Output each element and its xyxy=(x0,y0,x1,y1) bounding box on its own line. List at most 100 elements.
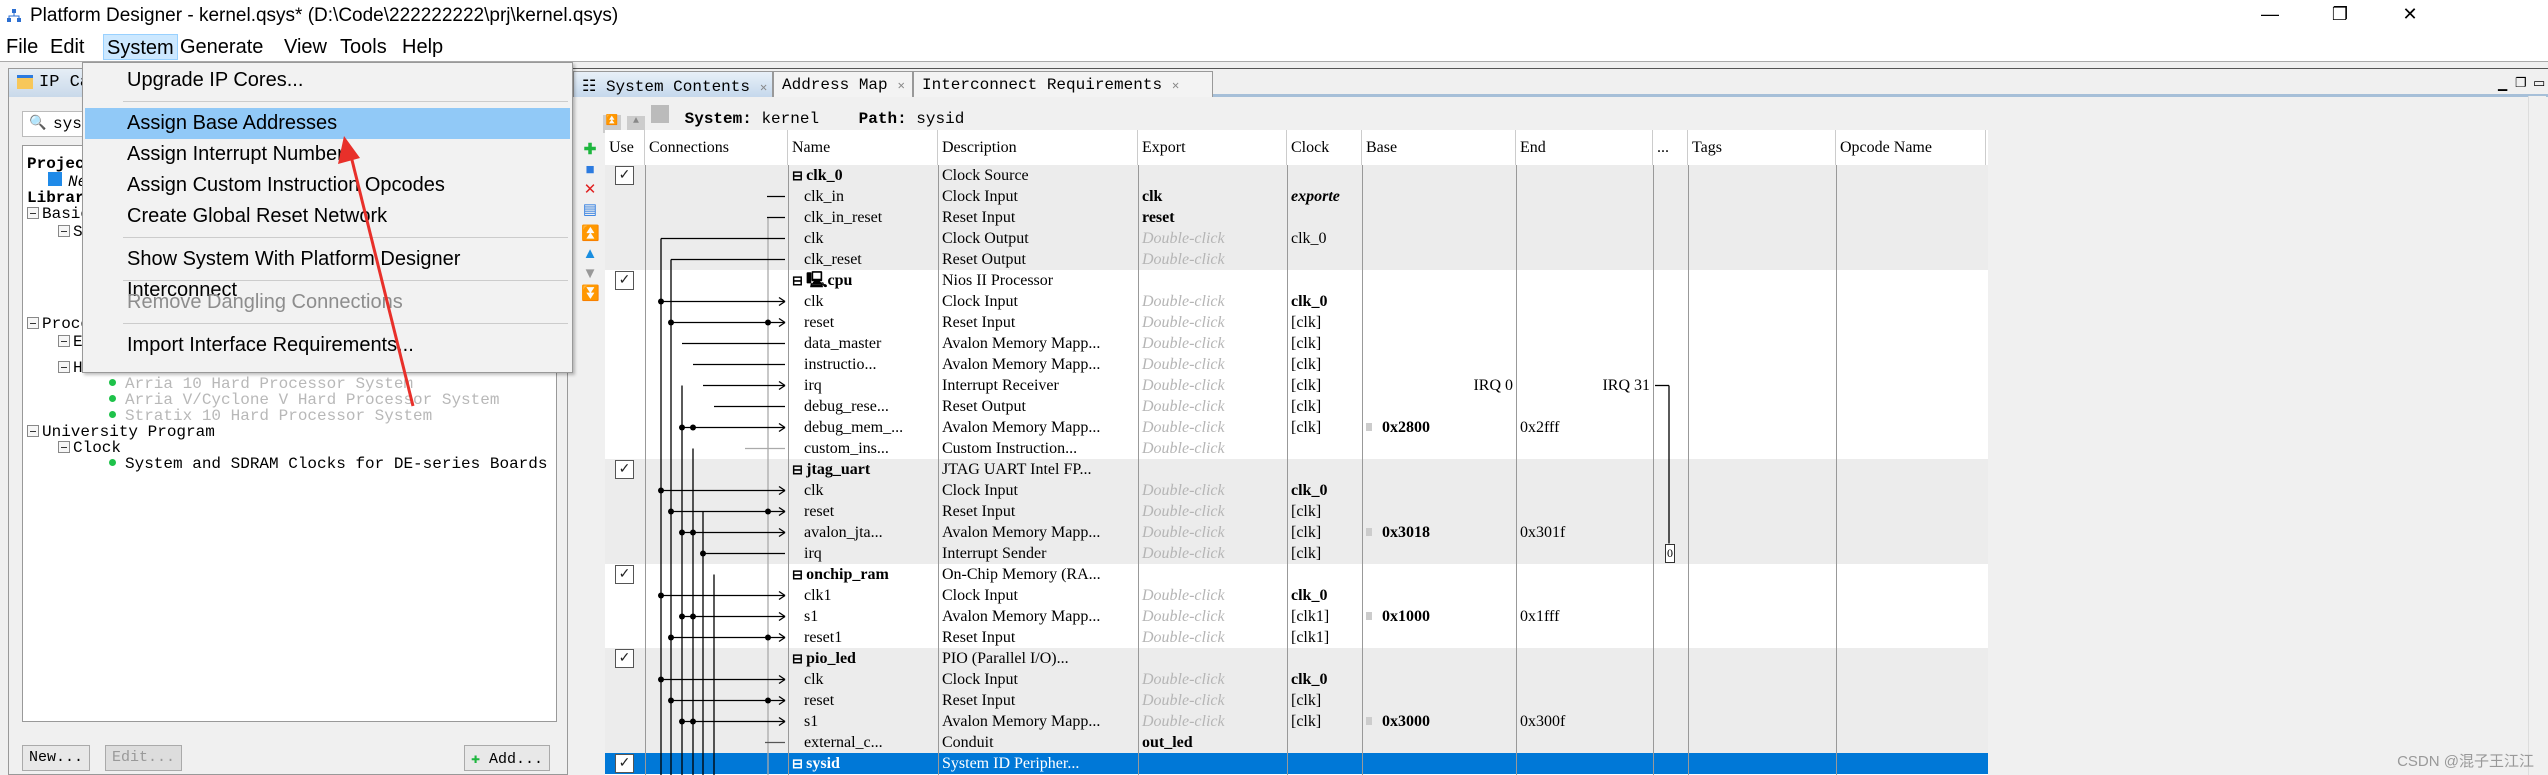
add-component-icon[interactable]: ✚ xyxy=(581,141,599,159)
edit-icon[interactable]: ▤ xyxy=(581,201,599,219)
app-icon xyxy=(7,9,21,22)
menu-file[interactable]: File xyxy=(3,34,41,60)
add-label: Add... xyxy=(489,751,544,768)
system-contents-table: Use Connections Name Description Export Clock… xyxy=(605,130,1988,775)
menu-help[interactable]: Help xyxy=(399,34,446,60)
connection-dot xyxy=(668,697,674,704)
connection-dot xyxy=(690,613,696,620)
menu-item-assign-interrupt-numbers[interactable]: Assign Interrupt Numbers xyxy=(85,139,570,170)
collapse-icon[interactable] xyxy=(58,225,70,237)
new-component-icon xyxy=(48,172,62,186)
tab-system-contents[interactable]: ☷ System Contents ✕ xyxy=(573,71,773,97)
plus-icon: ✚ xyxy=(471,751,490,768)
system-label: System: xyxy=(684,110,752,128)
connection-dot xyxy=(679,529,685,536)
path-value: sysid xyxy=(916,110,965,128)
vertical-scrollbar[interactable] xyxy=(2528,96,2546,775)
menu-separator xyxy=(123,280,568,281)
menu-view[interactable]: View xyxy=(281,34,330,60)
edit-button[interactable]: Edit... xyxy=(105,745,183,771)
ip-bullet-icon xyxy=(109,411,116,418)
add-button[interactable]: ✚ Add... xyxy=(464,745,551,771)
menu-separator xyxy=(123,237,568,238)
move-bottom-icon[interactable]: ⏬ xyxy=(581,285,600,303)
connection-dot xyxy=(700,550,706,557)
detach-view-icon[interactable]: ❐ xyxy=(2515,75,2527,91)
menu-generate[interactable]: Generate xyxy=(177,34,266,60)
connection-dot xyxy=(658,676,664,683)
restore-button[interactable]: ❐ xyxy=(2320,4,2360,28)
move-top-icon[interactable]: ⏫ xyxy=(581,225,600,243)
minimize-view-icon[interactable]: ▁ xyxy=(2498,77,2507,91)
menu-item-remove-dangling-connections[interactable]: Remove Dangling Connections xyxy=(85,287,570,318)
menu-item-create-global-reset-network[interactable]: Create Global Reset Network xyxy=(85,201,570,232)
close-button[interactable]: ✕ xyxy=(2390,4,2430,28)
collapse-icon[interactable] xyxy=(58,361,70,373)
connection-dot xyxy=(690,718,696,725)
tree-node[interactable]: Projec xyxy=(27,156,85,173)
chip-icon xyxy=(651,105,669,123)
folder-icon xyxy=(17,75,33,89)
connection-dot xyxy=(658,487,664,494)
collapse-icon[interactable] xyxy=(27,317,39,329)
maximize-view-icon[interactable]: ▭ xyxy=(2533,75,2545,91)
ip-bullet-icon xyxy=(109,379,116,386)
close-tab-icon[interactable]: ✕ xyxy=(898,79,905,93)
menu-item-import-interface-requirements[interactable]: Import Interface Requirements... xyxy=(85,330,570,361)
tab-bar: ☷ System Contents ✕ Address Map ✕ Interconne… xyxy=(573,69,2548,97)
tab-label: System Contents xyxy=(605,78,750,96)
connection-dot xyxy=(668,508,674,515)
menu-item-assign-custom-instruction-opcodes[interactable]: Assign Custom Instruction Opcodes xyxy=(85,170,570,201)
menu-item-show-system-with-platform-designer-interconnect[interactable]: Show System With Platform Designer Inter… xyxy=(85,244,570,301)
connection-dot xyxy=(765,634,771,641)
connection-dot xyxy=(765,319,771,326)
connections-graph[interactable] xyxy=(605,130,1988,775)
tree-node[interactable]: System and SDRAM Clocks for DE-series Bo… xyxy=(109,456,547,473)
search-icon: 🔍 xyxy=(29,116,47,132)
connection-dot xyxy=(765,697,771,704)
menu-edit[interactable]: Edit xyxy=(47,34,87,60)
tree-node[interactable]: Clock xyxy=(58,440,121,457)
tab-address-map[interactable]: Address Map ✕ xyxy=(773,71,913,97)
connection-dot xyxy=(658,592,664,599)
system-contents-icon: ☷ xyxy=(582,78,606,96)
menu-tools[interactable]: Tools xyxy=(337,34,390,60)
ip-bullet-icon xyxy=(109,459,116,466)
tab-label: Address Map xyxy=(782,76,888,94)
tree-node-label: System and SDRAM Clocks for DE-series Bo… xyxy=(125,455,548,473)
add-system-icon[interactable]: ■ xyxy=(581,161,599,179)
move-up-icon[interactable]: ▲ xyxy=(581,245,599,263)
window-title: Platform Designer - kernel.qsys* (D:\Cod… xyxy=(30,5,619,26)
connection-dot xyxy=(679,718,685,725)
collapse-icon[interactable] xyxy=(27,425,39,437)
system-value: kernel xyxy=(761,110,820,128)
menu-system[interactable]: System xyxy=(103,34,178,60)
connection-dot xyxy=(668,319,674,326)
tab-label: Interconnect Requirements xyxy=(922,76,1163,94)
tree-node[interactable]: Basic xyxy=(27,206,90,223)
connection-dot xyxy=(668,634,674,641)
close-tab-icon[interactable]: ✕ xyxy=(1172,79,1179,93)
connection-dot xyxy=(765,508,771,515)
tree-node-label: Clock xyxy=(73,439,122,457)
remove-icon[interactable]: ✕ xyxy=(581,181,599,199)
close-tab-icon[interactable]: ✕ xyxy=(760,81,767,95)
new-button[interactable]: New... xyxy=(22,745,91,771)
minimize-button[interactable]: — xyxy=(2250,4,2290,28)
connection-dot xyxy=(679,424,685,431)
tab-interconnect-requirements[interactable]: Interconnect Requirements ✕ xyxy=(913,71,1213,97)
tree-node-label: University Program xyxy=(42,423,215,441)
collapse-icon[interactable] xyxy=(58,335,70,347)
title-bar: Platform Designer - kernel.qsys* (D:\Cod… xyxy=(0,0,2548,31)
menu-item-assign-base-addresses[interactable]: Assign Base Addresses xyxy=(85,108,570,139)
ip-bullet-icon xyxy=(109,395,116,402)
collapse-icon[interactable] xyxy=(27,207,39,219)
tree-node[interactable]: Proce xyxy=(27,316,90,333)
collapse-icon[interactable] xyxy=(58,441,70,453)
tree-node-label: Projec xyxy=(27,155,85,173)
connection-dot xyxy=(658,298,664,305)
system-menu-dropdown: Upgrade IP Cores... Assign Base Addresses… xyxy=(82,62,573,373)
path-label: Path: xyxy=(858,110,907,128)
move-down-icon[interactable]: ▼ xyxy=(581,265,599,283)
menu-item-upgrade-ip-cores[interactable]: Upgrade IP Cores... xyxy=(85,65,570,96)
